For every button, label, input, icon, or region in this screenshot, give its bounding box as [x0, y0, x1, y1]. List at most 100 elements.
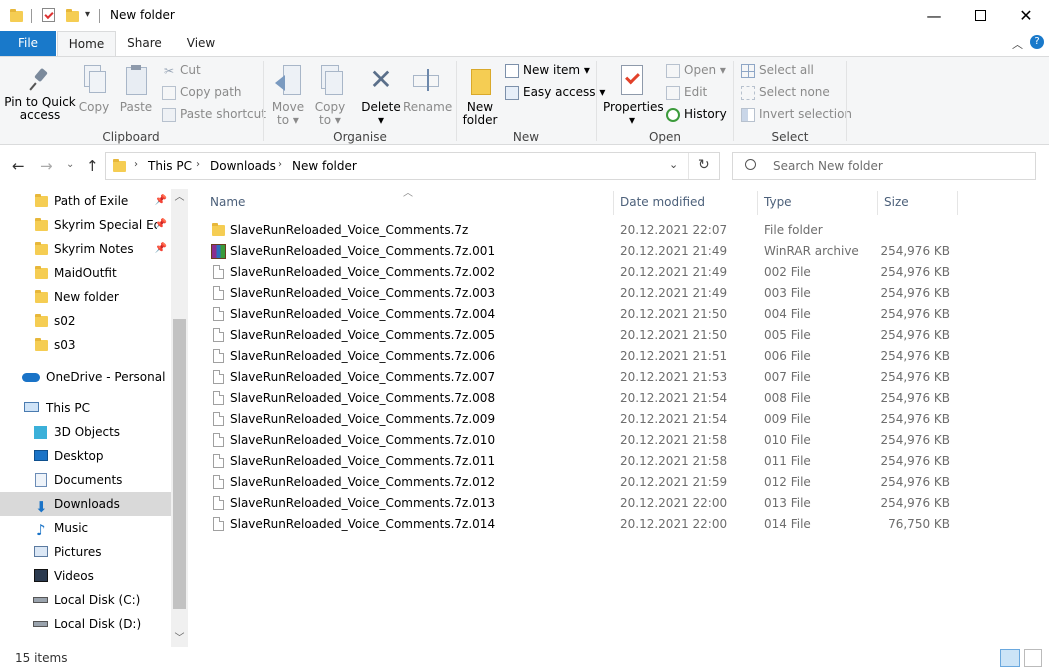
table-row[interactable]: SlaveRunReloaded_Voice_Comments.7z.011 20… — [205, 451, 965, 472]
copy-button[interactable]: Copy — [76, 65, 112, 114]
paste-button[interactable]: Paste — [117, 65, 155, 114]
table-row[interactable]: SlaveRunReloaded_Voice_Comments.7z.010 20… — [205, 430, 965, 451]
table-row[interactable]: SlaveRunReloaded_Voice_Comments.7z.013 20… — [205, 493, 965, 514]
breadcrumb-chevron-icon[interactable]: › — [278, 159, 282, 170]
select-none-button[interactable]: Select none — [741, 83, 830, 101]
copy-path-button[interactable]: Copy path — [162, 83, 242, 101]
back-arrow-icon[interactable]: ← — [12, 157, 25, 175]
file-type: 005 File — [764, 328, 811, 342]
large-icons-view-icon[interactable] — [1024, 649, 1042, 667]
tab-home[interactable]: Home — [57, 31, 116, 57]
paste-shortcut-button[interactable]: Paste shortcut — [162, 105, 266, 123]
table-row[interactable]: SlaveRunReloaded_Voice_Comments.7z.004 20… — [205, 304, 965, 325]
nav-item-videos[interactable]: Videos — [0, 564, 171, 588]
table-row[interactable]: SlaveRunReloaded_Voice_Comments.7z.001 20… — [205, 241, 965, 262]
nav-item-quick[interactable]: Skyrim Notes 📌 — [0, 237, 171, 261]
close-button[interactable]: ✕ — [1003, 0, 1049, 31]
cut-button[interactable]: ✂ Cut — [162, 61, 201, 79]
tab-share[interactable]: Share — [117, 31, 172, 56]
column-header-size[interactable]: Size — [884, 193, 909, 215]
nav-item-pictures[interactable]: Pictures — [0, 540, 171, 564]
table-row[interactable]: SlaveRunReloaded_Voice_Comments.7z.002 20… — [205, 262, 965, 283]
column-divider[interactable] — [613, 191, 614, 215]
nav-item-downloads[interactable]: ⬇ Downloads — [0, 492, 171, 516]
table-row[interactable]: SlaveRunReloaded_Voice_Comments.7z.003 20… — [205, 283, 965, 304]
pin-to-quick-access-button[interactable]: Pin to Quick access — [4, 67, 76, 122]
customize-quick-access-icon[interactable]: ▾ — [85, 9, 90, 20]
nav-item-quick[interactable]: New folder — [0, 285, 171, 309]
table-row[interactable]: SlaveRunReloaded_Voice_Comments.7z.005 20… — [205, 325, 965, 346]
group-separator — [456, 61, 457, 141]
column-header-type[interactable]: Type — [764, 193, 792, 215]
breadcrumb-new-folder[interactable]: New folder — [292, 159, 357, 173]
table-row[interactable]: SlaveRunReloaded_Voice_Comments.7z.007 20… — [205, 367, 965, 388]
tab-file[interactable]: File — [0, 31, 56, 56]
minimize-button[interactable]: — — [911, 0, 957, 31]
edit-button[interactable]: Edit — [666, 83, 707, 101]
open-button[interactable]: Open ▾ — [666, 61, 726, 79]
nav-item-quick[interactable]: s02 — [0, 309, 171, 333]
nav-item-local-disk-c[interactable]: Local Disk (C:) — [0, 588, 171, 612]
table-row[interactable]: SlaveRunReloaded_Voice_Comments.7z.012 20… — [205, 472, 965, 493]
table-row[interactable]: SlaveRunReloaded_Voice_Comments.7z 20.12.… — [205, 220, 965, 241]
nav-item-local-disk-d[interactable]: Local Disk (D:) — [0, 612, 171, 636]
scroll-thumb[interactable] — [173, 319, 186, 609]
address-dropdown-icon[interactable]: ⌄ — [669, 158, 678, 171]
nav-item-quick[interactable]: Path of Exile 📌 — [0, 189, 171, 213]
new-item-button[interactable]: New item ▾ — [505, 61, 590, 79]
history-button[interactable]: History — [666, 105, 727, 123]
nav-item-this-pc[interactable]: This PC — [0, 396, 171, 420]
table-row[interactable]: SlaveRunReloaded_Voice_Comments.7z.014 20… — [205, 514, 965, 535]
table-row[interactable]: SlaveRunReloaded_Voice_Comments.7z.008 20… — [205, 388, 965, 409]
easy-access-button[interactable]: Easy access ▾ — [505, 83, 605, 101]
pin-icon: 📌 — [154, 219, 167, 230]
breadcrumb-chevron-icon[interactable]: › — [196, 159, 200, 170]
table-row[interactable]: SlaveRunReloaded_Voice_Comments.7z.009 20… — [205, 409, 965, 430]
rename-button[interactable]: Rename — [403, 65, 452, 114]
copy-to-button[interactable]: Copy to ▾ — [311, 65, 349, 127]
recent-locations-icon[interactable]: ⌄ — [66, 159, 74, 170]
column-header-name[interactable]: Name — [210, 193, 245, 215]
column-header-date[interactable]: Date modified — [620, 193, 705, 215]
file-type: 013 File — [764, 496, 811, 510]
breadcrumb-downloads[interactable]: Downloads — [210, 159, 276, 173]
nav-item-quick[interactable]: s03 — [0, 333, 171, 357]
scroll-down-icon[interactable]: ﹀ — [171, 630, 188, 647]
table-row[interactable]: SlaveRunReloaded_Voice_Comments.7z.006 20… — [205, 346, 965, 367]
help-icon[interactable]: ? — [1030, 35, 1044, 49]
breadcrumb-this-pc[interactable]: This PC — [148, 159, 192, 173]
invert-selection-button[interactable]: Invert selection — [741, 105, 852, 123]
properties-quick-icon[interactable] — [42, 8, 55, 22]
properties-button[interactable]: Properties ▾ — [603, 65, 664, 127]
delete-dropdown-icon: ▾ — [377, 113, 385, 127]
search-box[interactable]: Search New folder — [732, 152, 1036, 180]
tab-view[interactable]: View — [174, 31, 228, 56]
address-bar[interactable]: › This PC › Downloads › New folder ⌄ ↻ — [105, 152, 720, 180]
refresh-icon[interactable]: ↻ — [698, 157, 710, 173]
new-folder-button[interactable]: New folder — [460, 65, 500, 127]
collapse-ribbon-icon[interactable]: ︿ — [1012, 36, 1023, 52]
nav-item-onedrive[interactable]: OneDrive - Personal — [0, 365, 171, 389]
breadcrumb-chevron-icon[interactable]: › — [134, 159, 138, 170]
details-view-icon[interactable] — [1000, 649, 1020, 667]
move-to-button[interactable]: Move to ▾ — [268, 65, 308, 127]
scroll-up-icon[interactable]: ︿ — [171, 189, 188, 206]
delete-button[interactable]: ✕ Delete ▾ — [360, 65, 402, 127]
up-arrow-icon[interactable]: ↑ — [86, 157, 99, 175]
column-divider[interactable] — [757, 191, 758, 215]
history-label: History — [684, 107, 727, 121]
nav-item-desktop[interactable]: Desktop — [0, 444, 171, 468]
nav-item-music[interactable]: ♪ Music — [0, 516, 171, 540]
nav-item-quick[interactable]: MaidOutfit — [0, 261, 171, 285]
maximize-button[interactable] — [957, 0, 1003, 31]
nav-item-3d-objects[interactable]: 3D Objects — [0, 420, 171, 444]
forward-arrow-icon[interactable]: → — [40, 157, 53, 175]
nav-scrollbar[interactable]: ︿ ﹀ — [171, 189, 188, 647]
column-divider[interactable] — [877, 191, 878, 215]
select-all-button[interactable]: Select all — [741, 61, 814, 79]
nav-item-documents[interactable]: Documents — [0, 468, 171, 492]
nav-item-quick[interactable]: Skyrim Special Editi📌 — [0, 213, 171, 237]
column-divider[interactable] — [957, 191, 958, 215]
new-folder-quick-icon[interactable] — [66, 9, 79, 22]
folder-icon — [113, 159, 126, 172]
